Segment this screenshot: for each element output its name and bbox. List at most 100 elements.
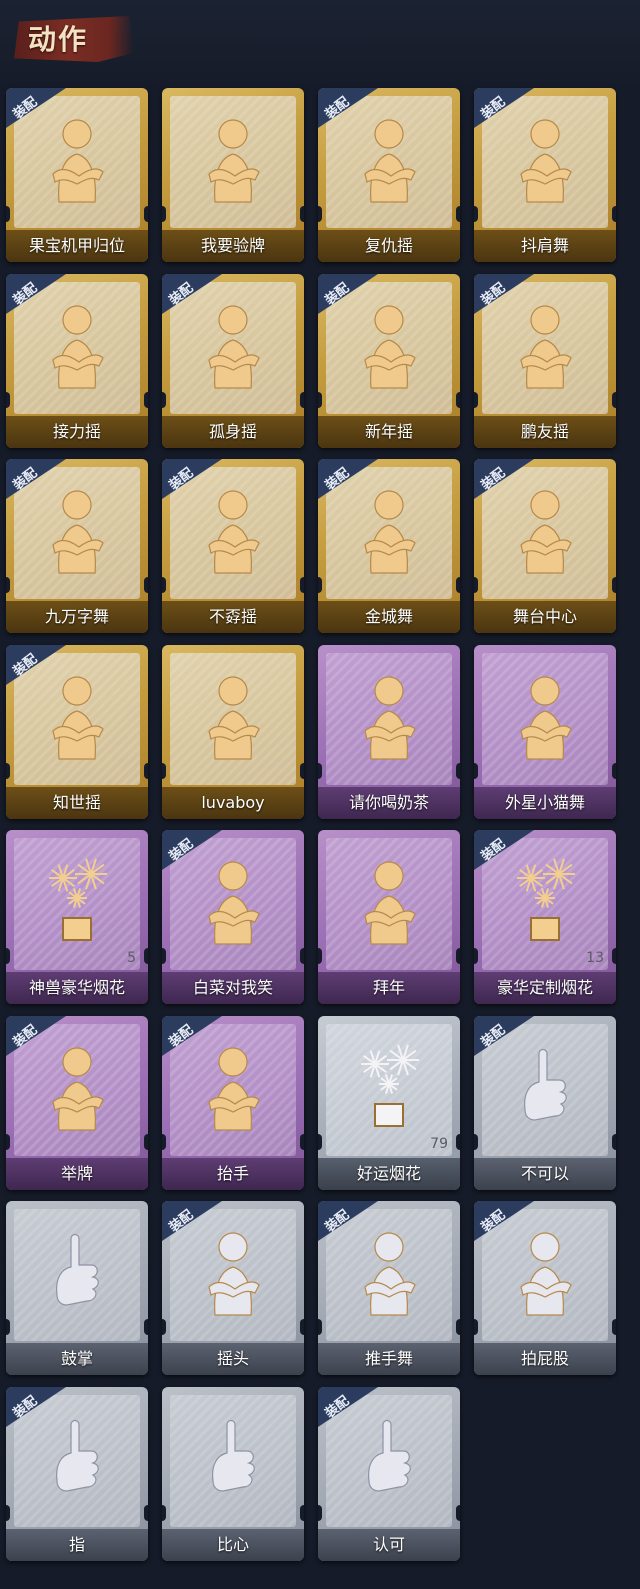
emote-card[interactable]: 外星小猫舞 <box>474 645 616 819</box>
card-check-figure-icon <box>208 119 260 203</box>
arm-up-figure-icon <box>208 490 260 574</box>
emote-name: 认可 <box>372 1535 405 1554</box>
slap-figure-icon <box>520 1232 572 1316</box>
emote-card[interactable]: 我要验牌 <box>162 88 304 262</box>
emote-card[interactable]: 拍屁股 装配 <box>474 1201 616 1375</box>
thumbs-up-icon <box>368 1419 411 1492</box>
item-count: 5 <box>127 950 136 966</box>
card-notch <box>318 1505 322 1521</box>
card-notch <box>318 948 322 964</box>
emote-card[interactable]: 推手舞 装配 <box>318 1201 460 1375</box>
card-notch <box>318 763 322 779</box>
card-notch <box>612 763 616 779</box>
friend-dance-figure-icon <box>520 305 572 389</box>
emote-card[interactable]: 比心 <box>162 1387 304 1561</box>
emote-name: 拍屁股 <box>520 1349 569 1368</box>
emote-card[interactable]: 果宝机甲归位 装配 <box>6 88 148 262</box>
emote-card[interactable]: 好运烟花 79 <box>318 1016 460 1190</box>
emote-name: 鹏友摇 <box>520 422 569 441</box>
push-dance-figure-icon <box>364 1232 416 1316</box>
finger-heart-icon <box>212 1419 255 1492</box>
emote-name: 外星小猫舞 <box>504 793 585 812</box>
emote-card[interactable]: 指装配 <box>6 1387 148 1561</box>
fireworks-box-icon <box>49 858 107 941</box>
emote-card[interactable]: 摇头 装配 <box>162 1201 304 1375</box>
card-notch <box>300 1319 304 1335</box>
card-notch <box>300 1505 304 1521</box>
emote-card[interactable]: 举牌 装配 <box>6 1016 148 1190</box>
emote-name: 拜年 <box>372 978 405 997</box>
card-notch <box>144 1134 148 1150</box>
emote-name: 新年摇 <box>364 422 413 441</box>
emote-card[interactable]: 新年摇 装配 <box>318 274 460 448</box>
emote-card[interactable]: 白菜对我笑 装配 <box>162 830 304 1004</box>
emote-grid: 果宝机甲归位 装配 我要验牌 复仇摇 装配 抖肩舞 装配 接力摇 装配 孤身摇 装配 新年摇 装配 鹏友摇… <box>6 88 630 1584</box>
card-notch <box>6 763 10 779</box>
emote-card[interactable]: 不可以 装配 <box>474 1016 616 1190</box>
alien-cat-figure-icon <box>520 676 572 760</box>
card-notch <box>162 948 166 964</box>
emote-name: 不可以 <box>520 1164 569 1183</box>
card-notch <box>144 577 148 593</box>
card-notch <box>456 1505 460 1521</box>
emote-card[interactable]: 豪华定制烟花 13 装配 <box>474 830 616 1004</box>
emote-card[interactable]: 舞台中心 装配 <box>474 459 616 633</box>
emote-name: 抖肩舞 <box>520 236 569 255</box>
card-notch <box>318 206 322 222</box>
emote-name: 不孬摇 <box>208 607 257 626</box>
emote-card[interactable]: 复仇摇 装配 <box>318 88 460 262</box>
emote-card[interactable]: 知世摇 装配 <box>6 645 148 819</box>
emote-card[interactable]: 请你喝奶茶 <box>318 645 460 819</box>
shake-head-figure-icon <box>208 1232 260 1316</box>
card-notch <box>456 1134 460 1150</box>
emote-card[interactable]: 孤身摇 装配 <box>162 274 304 448</box>
emote-name: 白菜对我笑 <box>192 978 273 997</box>
card-notch <box>300 392 304 408</box>
newyear-dance-figure-icon <box>364 305 416 389</box>
emote-card[interactable]: 鹏友摇 装配 <box>474 274 616 448</box>
point-hand-icon <box>56 1419 99 1492</box>
emote-name: 推手舞 <box>364 1349 413 1368</box>
stage-figure-icon <box>520 490 572 574</box>
card-notch <box>612 948 616 964</box>
emote-card[interactable]: 神兽豪华烟花 5 <box>6 830 148 1004</box>
emote-card[interactable]: 抖肩舞 装配 <box>474 88 616 262</box>
emote-card[interactable]: 鼓掌 <box>6 1201 148 1375</box>
emote-card[interactable]: 接力摇 装配 <box>6 274 148 448</box>
card-notch <box>318 1134 322 1150</box>
emote-name: 九万字舞 <box>44 607 109 626</box>
emote-name: 指 <box>68 1535 85 1554</box>
emote-name: 请你喝奶茶 <box>348 793 429 812</box>
emote-card[interactable]: 抬手 装配 <box>162 1016 304 1190</box>
card-notch <box>6 392 10 408</box>
emote-card[interactable]: luvaboy <box>162 645 304 819</box>
lucky-fireworks-icon <box>361 1044 419 1127</box>
emote-card[interactable]: 金城舞 装配 <box>318 459 460 633</box>
emote-card[interactable]: 不孬摇 装配 <box>162 459 304 633</box>
page-title: 动作 <box>28 23 89 56</box>
card-notch <box>6 1134 10 1150</box>
card-notch <box>474 763 478 779</box>
card-notch <box>300 763 304 779</box>
raise-hand-figure-icon <box>208 1047 260 1131</box>
relay-dance-figure-icon <box>52 305 104 389</box>
card-notch <box>6 1505 10 1521</box>
card-notch <box>612 1134 616 1150</box>
card-notch <box>162 206 166 222</box>
cabbage-figure-icon <box>208 861 260 945</box>
emote-card[interactable]: 九万字舞 装配 <box>6 459 148 633</box>
card-notch <box>474 577 478 593</box>
card-notch <box>612 206 616 222</box>
card-notch <box>318 1319 322 1335</box>
finger-no-icon <box>524 1048 567 1121</box>
emote-name: 知世摇 <box>52 793 101 812</box>
emote-card[interactable]: 拜年 <box>318 830 460 1004</box>
emote-name: 我要验牌 <box>200 236 265 255</box>
hold-sign-figure-icon <box>52 1047 104 1131</box>
emote-card[interactable]: 认可 装配 <box>318 1387 460 1561</box>
emote-name: 果宝机甲归位 <box>28 236 125 255</box>
emote-name: 接力摇 <box>52 422 101 441</box>
card-notch <box>474 206 478 222</box>
card-notch <box>300 577 304 593</box>
card-notch <box>162 1505 166 1521</box>
